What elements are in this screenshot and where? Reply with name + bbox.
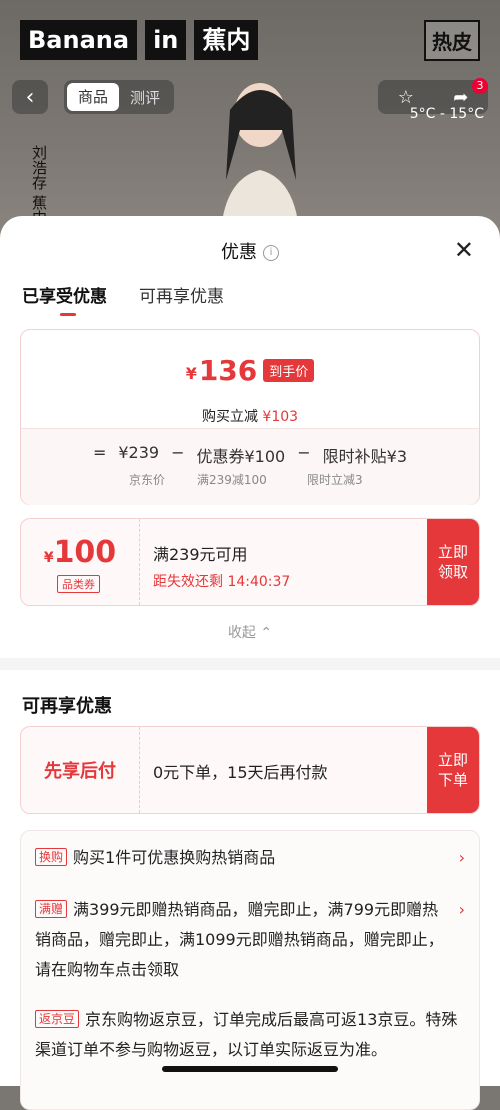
promo-text: 京东购物返京豆，订单完成后最高可返13京豆。特殊渠道订单不参与购物返豆，以订单实… [35, 1010, 458, 1059]
star-icon[interactable]: ☆ [398, 87, 414, 108]
final-price: 136 [198, 354, 258, 387]
promo-tag: 返京豆 [35, 1010, 80, 1028]
promo-item: 返京豆 京东购物返京豆，订单完成后最高可返13京豆。特殊渠道订单不参与购物返豆，以… [35, 1005, 465, 1065]
formula-minus: − [171, 443, 185, 462]
discount-tabs: 已享受优惠 可再享优惠 [22, 282, 224, 316]
cart-badge: 3 [472, 78, 488, 94]
segment-review[interactable]: 测评 [119, 87, 171, 108]
formula-base-price: ¥239 [118, 443, 160, 462]
bnpl-text: 0元下单，15天后再付款 [153, 763, 328, 782]
brand-text-1: Banana [20, 20, 138, 60]
formula-coupon: 优惠券¥100 [196, 447, 286, 466]
sheet-title: 优惠 i [0, 238, 500, 264]
collapse-button[interactable]: 收起 ⌃ [0, 622, 500, 642]
coupon-countdown: 距失效还剩 14:40:37 [153, 574, 291, 590]
coupon-currency: ¥ [43, 550, 54, 566]
info-icon[interactable]: i [263, 245, 279, 261]
claim-coupon-label: 立即领取 [437, 543, 468, 581]
tab-more[interactable]: 可再享优惠 [139, 282, 224, 307]
claim-coupon-button[interactable]: 立即领取 [427, 519, 479, 605]
bnpl-card: 先享后付 0元下单，15天后再付款 立即下单 [20, 726, 480, 814]
promo-tag: 满赠 [35, 900, 68, 918]
brand-banner: Banana in 蕉内 [20, 20, 259, 60]
tab-enjoyed[interactable]: 已享受优惠 [22, 282, 107, 316]
currency-symbol: ¥ [185, 364, 197, 383]
share-icon[interactable]: ➦ [453, 87, 468, 108]
bnpl-label: 先享后付 [21, 727, 140, 813]
save-value: ¥103 [262, 409, 299, 425]
save-line: 购买立减 ¥103 [21, 406, 479, 426]
coupon-amount: 100 [53, 535, 117, 570]
coupon-condition: 满239元可用 [153, 545, 248, 564]
coupon-amount-area: ¥100 品类券 [21, 519, 140, 605]
final-price-tag: 到手价 [263, 359, 315, 382]
sheet-title-text: 优惠 [221, 242, 257, 263]
brand-text-2: in [145, 20, 187, 60]
promo-item[interactable]: 满赠 满399元即赠热销商品，赠完即止，满799元即赠热销商品，赠完即止，满109… [35, 895, 465, 985]
price-summary-card: ¥ 136 到手价 购买立减 ¥103 = ¥239 − 优惠券¥100 − 限… [20, 329, 480, 505]
brand-badge-text: 热皮 [424, 20, 480, 61]
close-icon[interactable]: ✕ [454, 236, 474, 264]
brand-text-3: 蕉内 [194, 20, 259, 60]
formula-equals: = [92, 443, 107, 462]
price-breakdown: = ¥239 − 优惠券¥100 − 限时补贴¥3 京东价 满239减100 限… [21, 428, 479, 505]
back-button[interactable]: ‹ [12, 80, 48, 114]
chevron-right-icon: › [458, 848, 465, 867]
sub-jd-price: 京东价 [129, 473, 166, 487]
save-label: 购买立减 [201, 409, 258, 425]
sub-coupon: 满239减100 [197, 473, 267, 487]
formula-subsidy: 限时补贴¥3 [322, 447, 408, 466]
order-now-label: 立即下单 [437, 751, 468, 789]
page-segment[interactable]: 商品 测评 [64, 80, 174, 114]
more-discounts-title: 可再享优惠 [22, 696, 112, 717]
section-divider [0, 658, 500, 670]
chevron-left-icon: ‹ [25, 84, 35, 110]
discount-sheet: 优惠 i ✕ 已享受优惠 可再享优惠 ¥ 136 到手价 购买立减 ¥103 = … [0, 216, 500, 1110]
home-indicator[interactable] [162, 1066, 338, 1072]
coupon-type: 品类券 [57, 575, 100, 593]
formula-minus: − [297, 443, 311, 462]
sub-subsidy: 限时立减3 [307, 473, 363, 487]
promo-item[interactable]: 换购 购买1件可优惠换购热销商品 › [35, 843, 465, 873]
weather-text: 5°C - 15°C [409, 106, 484, 122]
chevron-right-icon: › [458, 900, 465, 919]
promo-text: 满399元即赠热销商品，赠完即止，满799元即赠热销商品，赠完即止，满1099元… [35, 900, 444, 979]
coupon-card: ¥100 品类券 满239元可用 距失效还剩 14:40:37 立即领取 [20, 518, 480, 606]
segment-product[interactable]: 商品 [67, 83, 119, 111]
promo-tag: 换购 [35, 848, 68, 866]
order-now-button[interactable]: 立即下单 [427, 727, 479, 813]
brand-badge: 热皮 [424, 20, 480, 61]
promo-text: 购买1件可优惠换购热销商品 [73, 848, 276, 867]
